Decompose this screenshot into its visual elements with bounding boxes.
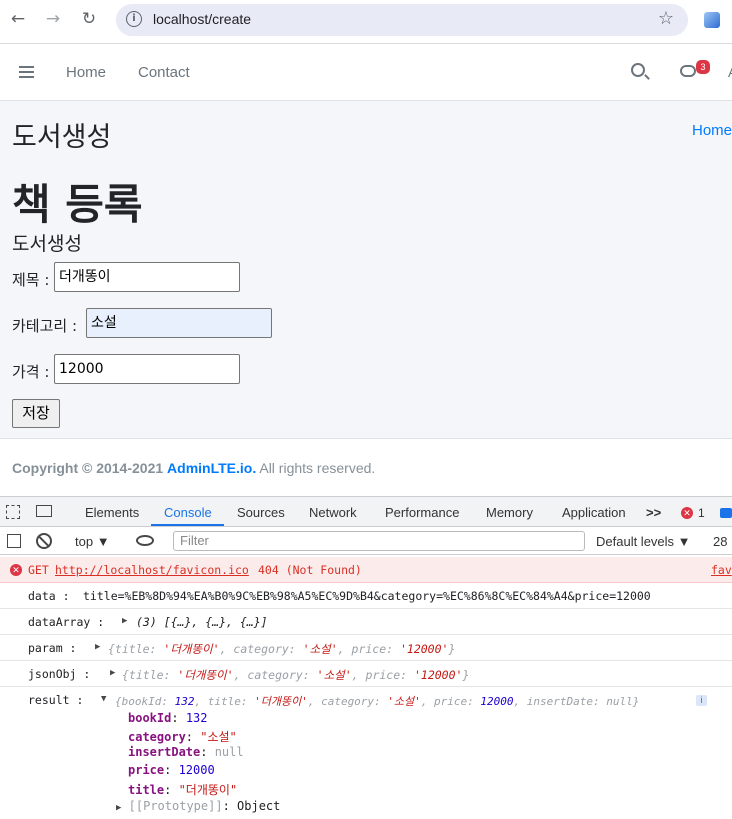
tab-application[interactable]: Application	[562, 505, 626, 520]
category-input[interactable]: 소설	[86, 308, 272, 338]
result-prop-prototype[interactable]: ▶ [[Prototype]]: Object	[116, 799, 280, 813]
error-count[interactable]: 1	[698, 506, 705, 520]
info-badge-icon[interactable]: i	[696, 695, 707, 706]
price-label: 가격 :	[12, 363, 50, 381]
error-icon: ✕	[10, 564, 22, 576]
log-label-param: param :	[28, 641, 77, 655]
search-icon[interactable]	[631, 63, 645, 77]
console-log-dataarray: dataArray : ▶ (3) [{…}, {…}, {…}]	[0, 609, 732, 635]
back-arrow-icon[interactable]: ←	[7, 8, 29, 30]
clear-console-icon[interactable]	[36, 533, 52, 549]
log-label-result: result :	[28, 693, 84, 707]
tab-memory[interactable]: Memory	[486, 505, 533, 520]
footer-brand-link[interactable]: AdminLTE.io.	[167, 460, 256, 476]
result-prop-bookid: bookId: 132	[128, 711, 208, 725]
log-value-jsonobj[interactable]: {title: '더개똥이', category: '소설', price: '…	[122, 667, 469, 683]
address-bar[interactable]: i localhost/create ☆	[116, 4, 688, 36]
collapse-triangle-icon[interactable]: ▼	[101, 694, 106, 704]
breadcrumb-home[interactable]: Home	[692, 122, 732, 139]
content-wrapper: 도서생성 Home 책 등록 도서생성 제목 : 더개똥이 카테고리 : 소설 …	[0, 101, 732, 438]
log-value-dataarray[interactable]: (3) [{…}, {…}, {…}]	[136, 615, 268, 629]
form-heading: 책 등록	[12, 180, 143, 229]
console-log-data: data : title=%EB%8D%94%EA%B0%9C%EB%98%A5…	[0, 583, 732, 609]
nav-link-home[interactable]: Home	[66, 64, 106, 81]
save-button[interactable]: 저장	[12, 399, 60, 428]
log-value-result[interactable]: {bookId: 132, title: '더개똥이', category: '…	[115, 693, 639, 709]
footer-copyright: Copyright © 2014-2021	[12, 460, 164, 476]
messages-badge: 3	[696, 60, 710, 74]
title-label: 제목 :	[12, 271, 50, 289]
expand-triangle-icon[interactable]: ▶	[95, 642, 100, 652]
category-label: 카테고리 :	[12, 317, 78, 335]
log-label-dataarray: dataArray :	[28, 615, 105, 629]
device-toolbar-icon[interactable]	[36, 505, 52, 517]
nav-link-contact[interactable]: Contact	[138, 64, 190, 81]
error-count-icon[interactable]: ✕	[681, 507, 693, 519]
bookmark-star-icon[interactable]: ☆	[658, 8, 674, 29]
page-footer: Copyright © 2014-2021 AdminLTE.io. All r…	[0, 438, 732, 496]
error-status: 404 (Not Found)	[258, 563, 362, 577]
title-input[interactable]: 더개똥이	[54, 262, 240, 292]
console-error-row: ✕ GET http://localhost/favicon.ico 404 (…	[0, 557, 732, 583]
active-tab-indicator	[151, 524, 224, 526]
more-tabs-icon[interactable]: >>	[646, 505, 661, 520]
price-input[interactable]: 12000	[54, 354, 240, 384]
live-expression-eye-icon[interactable]	[136, 535, 154, 546]
result-prop-insertdate: insertDate: null	[128, 745, 244, 759]
tab-elements[interactable]: Elements	[85, 505, 139, 520]
footer-rights: All rights reserved.	[259, 460, 376, 476]
console-log-jsonobj: jsonObj : ▶ {title: '더개똥이', category: '소…	[0, 661, 732, 687]
sidebar-toggle-icon[interactable]	[7, 534, 21, 548]
log-label-jsonobj: jsonObj :	[28, 667, 91, 681]
console-log-result: result : ▼ {bookId: 132, title: '더개똥이', …	[0, 687, 732, 819]
log-label-data: data :	[28, 589, 70, 603]
result-prop-price: price: 12000	[128, 763, 215, 777]
log-levels-dropdown[interactable]: Default levels ▼	[596, 534, 691, 549]
browser-toolbar: ← → ↻ i localhost/create ☆	[0, 0, 732, 44]
inspect-element-icon[interactable]	[6, 505, 20, 519]
log-value-data: title=%EB%8D%94%EA%B0%9C%EB%98%A5%EC%9D%…	[83, 589, 651, 603]
error-method: GET	[28, 563, 49, 577]
devtools-panel: Elements Console Sources Network Perform…	[0, 496, 732, 819]
address-url[interactable]: localhost/create	[153, 11, 251, 27]
console-log-param: param : ▶ {title: '더개똥이', category: '소설'…	[0, 635, 732, 661]
tab-network[interactable]: Network	[309, 505, 357, 520]
expand-triangle-icon[interactable]: ▶	[110, 668, 115, 678]
result-prop-category: category: "소설"	[128, 730, 237, 744]
error-url-link[interactable]: http://localhost/favicon.ico	[55, 563, 249, 577]
hamburger-menu-icon[interactable]	[19, 66, 34, 78]
messages-icon[interactable]	[680, 65, 696, 77]
log-value-param[interactable]: {title: '더개똥이', category: '소설', price: '…	[108, 641, 455, 657]
tab-performance[interactable]: Performance	[385, 505, 459, 520]
issues-icon[interactable]	[720, 508, 732, 518]
site-info-icon[interactable]: i	[126, 11, 142, 27]
app-navbar: Home Contact 3 A	[0, 44, 732, 101]
tab-console[interactable]: Console	[164, 505, 212, 520]
extension-icon[interactable]	[704, 12, 720, 28]
form-subheading: 도서생성	[12, 233, 82, 255]
console-toolbar: top ▼ Filter Default levels ▼ 28	[0, 527, 732, 555]
navbar-overflow-item[interactable]: A	[728, 64, 732, 80]
console-filter-input[interactable]: Filter	[173, 531, 585, 551]
devtools-tab-bar: Elements Console Sources Network Perform…	[0, 497, 732, 527]
forward-arrow-icon[interactable]: →	[42, 8, 64, 30]
expand-triangle-icon[interactable]: ▶	[122, 616, 127, 626]
result-prop-title: title: "더개똥이"	[128, 783, 238, 797]
issues-count[interactable]: 28	[713, 534, 727, 549]
reload-icon[interactable]: ↻	[78, 8, 100, 30]
tab-sources[interactable]: Sources	[237, 505, 285, 520]
page-title: 도서생성	[12, 122, 112, 153]
context-select[interactable]: top ▼	[75, 534, 110, 549]
error-source-link[interactable]: fav	[711, 563, 732, 577]
